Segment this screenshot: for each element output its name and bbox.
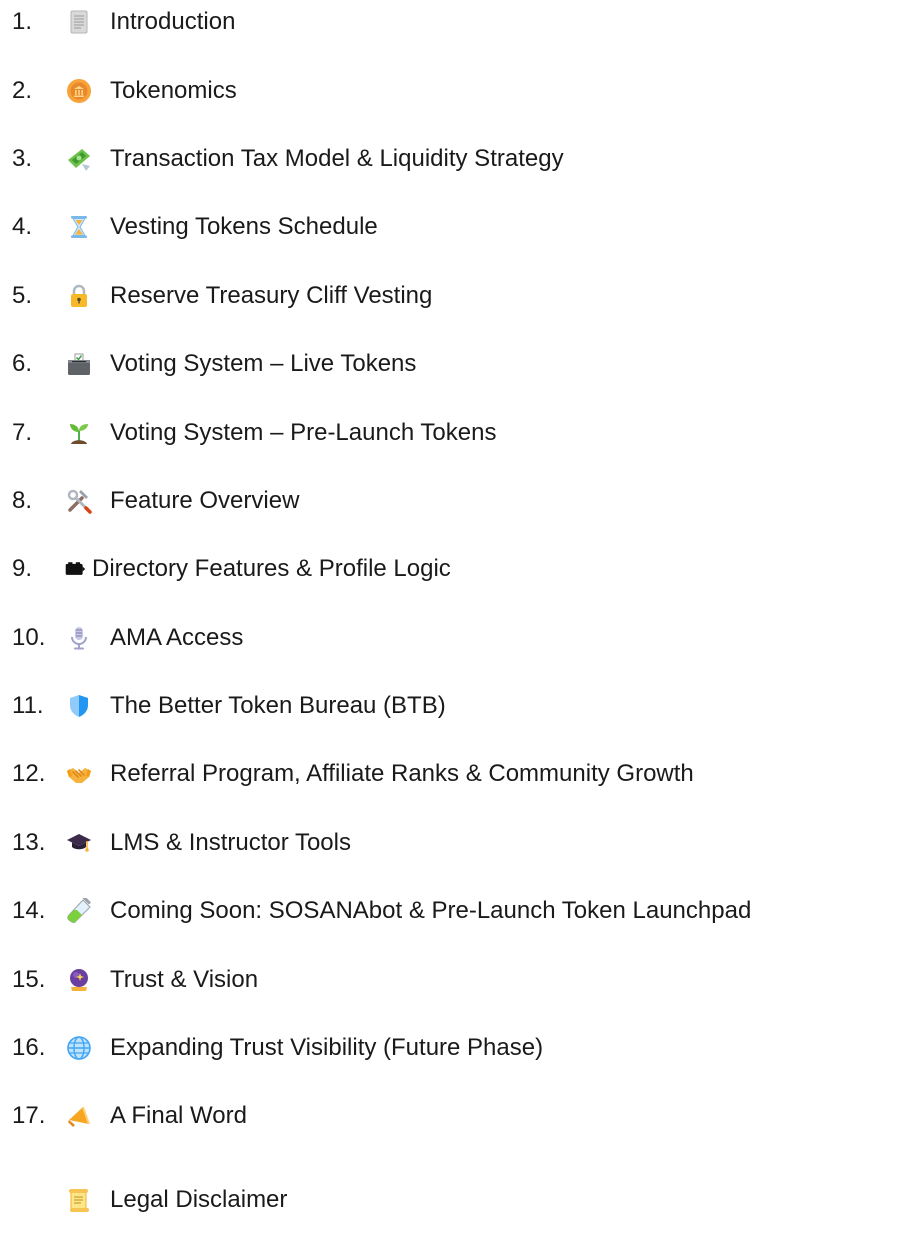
toc-label: Expanding Trust Visibility (Future Phase… [110, 1034, 544, 1062]
toc-number: 5. [12, 281, 33, 309]
toc-item-directory-features[interactable]: 9. Directory Features & Profile Logic [12, 535, 917, 603]
toc-label: AMA Access [110, 623, 244, 651]
page-icon [64, 8, 94, 36]
toc-label: Reserve Treasury Cliff Vesting [110, 281, 433, 309]
toc-number: 3. [12, 144, 33, 172]
tools-icon [64, 487, 94, 515]
toc-label: Introduction [110, 8, 236, 36]
toc-number: 2. [12, 76, 33, 104]
toc-label: Trust & Vision [110, 965, 259, 993]
graduation-cap-icon [64, 829, 94, 857]
toc-number: 6. [12, 350, 33, 378]
toc-item-coming-soon[interactable]: 14. Coming Soon: SOSANAbot & Pre-Launch … [12, 877, 917, 945]
table-of-contents: 1. Introduction 2. Tokenomics 3. Transac… [12, 0, 917, 1151]
megaphone-icon [64, 1102, 94, 1130]
test-tube-icon [64, 897, 94, 925]
toc-label: Coming Soon: SOSANAbot & Pre-Launch Toke… [110, 897, 752, 925]
toc-label: Directory Features & Profile Logic [92, 555, 451, 583]
toc-number: 16. [12, 1034, 46, 1062]
money-wings-icon [64, 145, 94, 173]
globe-icon [64, 1034, 94, 1062]
toc-number: 1. [12, 8, 33, 36]
toc-number: 4. [12, 213, 33, 241]
toc-item-final-word[interactable]: 17. A Final Word [12, 1082, 917, 1150]
scroll-icon [64, 1186, 94, 1214]
toc-number: 9. [12, 555, 33, 583]
toc-label: A Final Word [110, 1102, 247, 1130]
crystal-ball-icon [64, 966, 94, 994]
toc-label: Feature Overview [110, 486, 300, 514]
ballot-box-icon [64, 350, 94, 378]
toc-number: 13. [12, 828, 46, 856]
toc-number: 7. [12, 418, 33, 446]
lock-icon [64, 282, 94, 310]
toc-item-tokenomics[interactable]: 2. Tokenomics [12, 56, 917, 124]
toc-number: 8. [12, 486, 33, 514]
toc-label: Legal Disclaimer [110, 1186, 288, 1213]
coin-bank-icon [64, 77, 94, 105]
toc-item-introduction[interactable]: 1. Introduction [12, 0, 917, 56]
toc-label: LMS & Instructor Tools [110, 828, 351, 856]
toc-number: 14. [12, 897, 46, 925]
toc-number: 15. [12, 965, 46, 993]
toc-number: 10. [12, 623, 46, 651]
toc-number: 17. [12, 1102, 46, 1130]
seedling-icon [64, 419, 94, 447]
shield-icon [64, 692, 94, 720]
toc-number: 11. [12, 692, 44, 720]
toc-item-referral[interactable]: 12. Referral Program, Affiliate Ranks & … [12, 740, 917, 808]
toc-item-lms[interactable]: 13. LMS & Instructor Tools [12, 809, 917, 877]
toc-item-vesting-schedule[interactable]: 4. Vesting Tokens Schedule [12, 193, 917, 261]
toc-label: Referral Program, Affiliate Ranks & Comm… [110, 760, 694, 788]
toc-item-legal-disclaimer[interactable]: Legal Disclaimer [64, 1186, 287, 1214]
toc-item-reserve-treasury[interactable]: 5. Reserve Treasury Cliff Vesting [12, 262, 917, 330]
toc-item-voting-live[interactable]: 6. Voting System – Live Tokens [12, 330, 917, 398]
toc-item-expanding-trust[interactable]: 16. Expanding Trust Visibility (Future P… [12, 1014, 917, 1082]
toc-label: The Better Token Bureau (BTB) [110, 692, 446, 720]
toc-label: Voting System – Live Tokens [110, 350, 417, 378]
microphone-icon [64, 624, 94, 652]
toc-item-transaction-tax[interactable]: 3. Transaction Tax Model & Liquidity Str… [12, 125, 917, 193]
toc-item-trust-vision[interactable]: 15. Trust & Vision [12, 945, 917, 1013]
toc-item-feature-overview[interactable]: 8. Feature Overview [12, 467, 917, 535]
toc-label: Transaction Tax Model & Liquidity Strate… [110, 144, 564, 172]
handshake-icon [64, 760, 94, 788]
toc-label: Vesting Tokens Schedule [110, 213, 378, 241]
toc-item-voting-prelaunch[interactable]: 7. Voting System – Pre-Launch Tokens [12, 398, 917, 466]
toc-item-ama-access[interactable]: 10. AMA Access [12, 604, 917, 672]
hourglass-icon [64, 213, 94, 241]
toc-label: Tokenomics [110, 76, 237, 104]
toc-label: Voting System – Pre-Launch Tokens [110, 418, 497, 446]
toc-number: 12. [12, 760, 46, 788]
toc-item-btb[interactable]: 11. The Better Token Bureau (BTB) [12, 672, 917, 740]
card-index-icon [64, 555, 86, 583]
